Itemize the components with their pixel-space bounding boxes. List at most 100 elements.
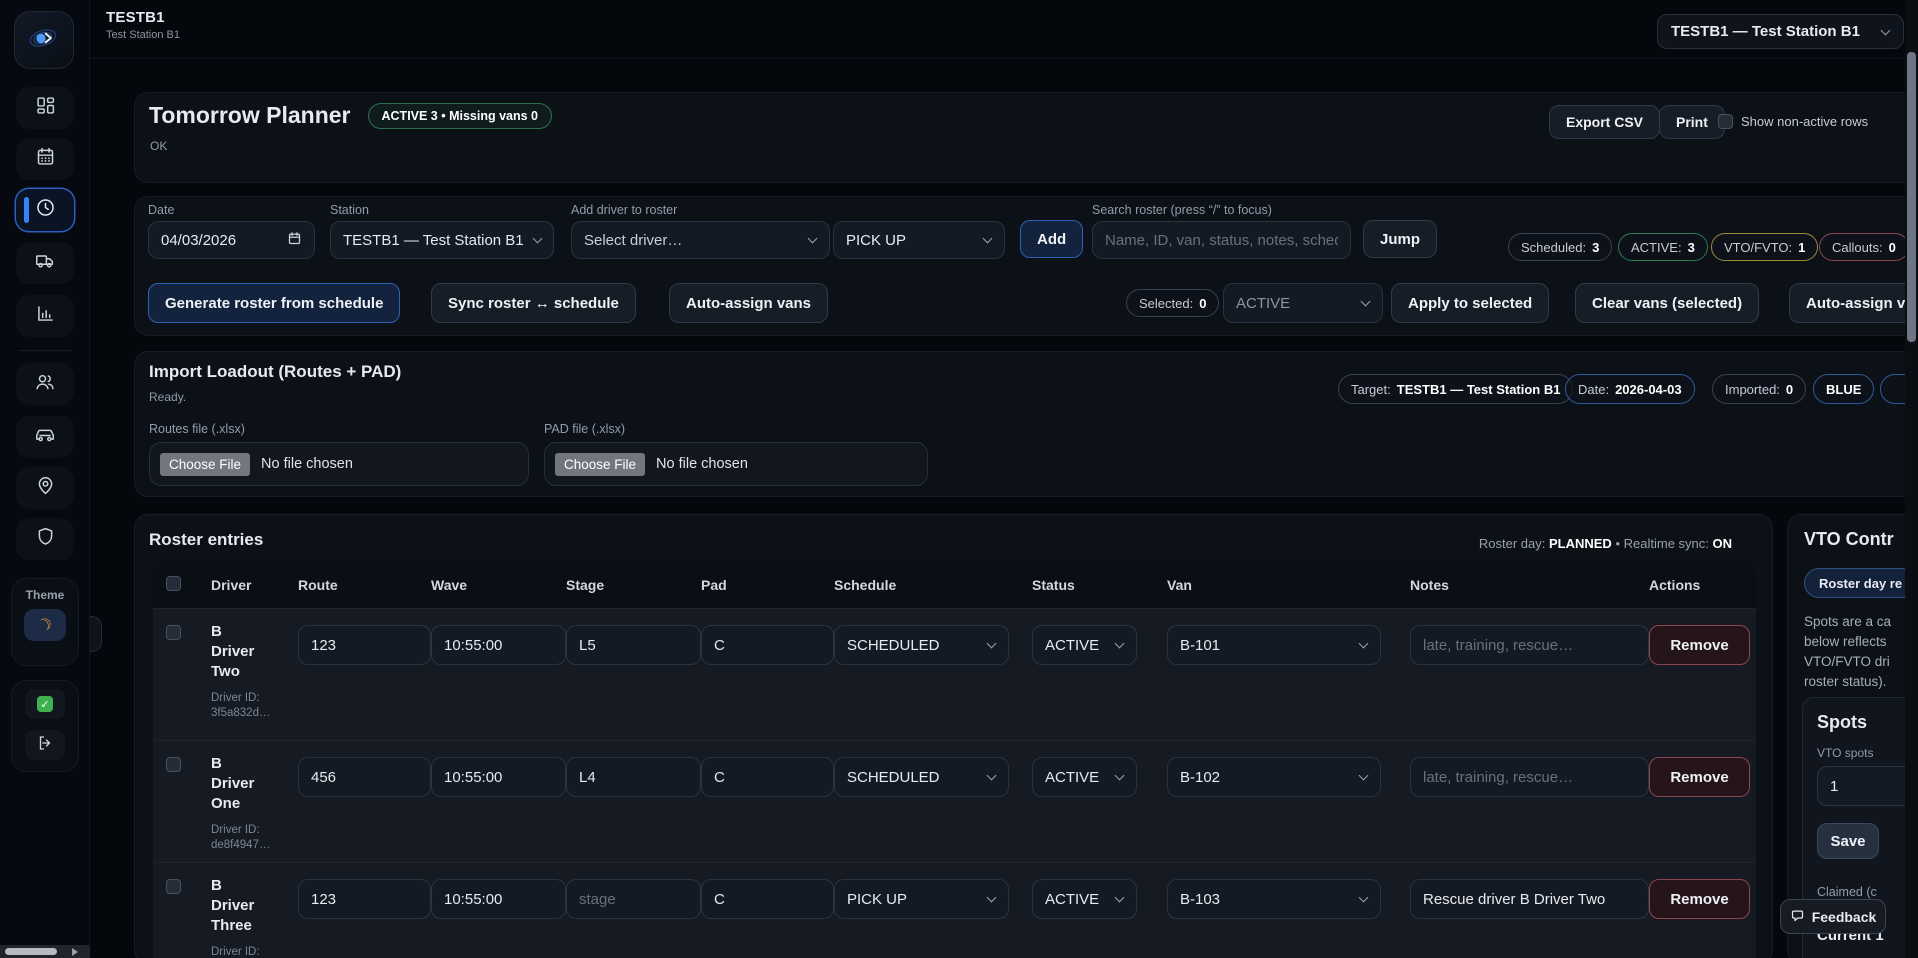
sidebar-item-dashboard[interactable] <box>16 87 74 129</box>
sidebar-collapse-handle[interactable] <box>89 616 102 652</box>
theme-label: Theme <box>12 588 78 602</box>
sidebar-item-planner[interactable] <box>16 189 74 231</box>
bar-chart-icon <box>35 303 56 329</box>
roster-title: Roster entries <box>149 530 263 550</box>
row-checkbox[interactable] <box>166 879 181 894</box>
sidebar-item-drivers[interactable] <box>16 363 74 405</box>
row-checkbox[interactable] <box>166 625 181 640</box>
routes-file-label: Routes file (.xlsx) <box>149 422 245 436</box>
pad-input[interactable] <box>701 879 834 919</box>
route-input[interactable] <box>298 879 431 919</box>
schedule-select[interactable]: SCHEDULED <box>834 625 1009 665</box>
col-actions: Actions <box>1649 577 1756 593</box>
col-route: Route <box>298 577 431 593</box>
calendar-icon <box>35 146 56 172</box>
routes-file-input[interactable]: Choose File No file chosen <box>149 442 529 486</box>
sidebar-item-vans[interactable] <box>16 416 74 458</box>
station-selector-value: TESTB1 — Test Station B1 <box>1671 23 1860 40</box>
remove-button[interactable]: Remove <box>1649 757 1750 797</box>
auto-assign-all-button[interactable]: Auto-assign vans <box>1789 283 1918 323</box>
table-row: BDriverOne Driver ID:de8f4947… SCHEDULED… <box>153 740 1756 862</box>
route-input[interactable] <box>298 625 431 665</box>
chat-bubble-icon <box>1790 908 1805 926</box>
horizontal-scrollbar-thumb[interactable] <box>5 948 57 955</box>
no-file-text: No file chosen <box>656 456 748 472</box>
selected-count-badge: Selected:0 <box>1126 289 1219 317</box>
show-non-active-checkbox[interactable] <box>1718 114 1733 129</box>
notes-input[interactable] <box>1410 879 1649 919</box>
schedule-select[interactable]: SCHEDULED <box>834 757 1009 797</box>
vto-description: Spots are a cabelow reflectsVTO/FVTO dri… <box>1804 612 1918 692</box>
status-select[interactable]: ACTIVE <box>1032 625 1137 665</box>
apply-to-selected-button[interactable]: Apply to selected <box>1391 283 1549 323</box>
theme-toggle-button[interactable]: ☽ <box>24 609 66 641</box>
sidebar-item-locations[interactable] <box>16 467 74 509</box>
users-icon <box>34 371 56 398</box>
station-selector[interactable]: TESTB1 — Test Station B1 <box>1657 14 1904 49</box>
jump-button[interactable]: Jump <box>1363 220 1437 258</box>
clear-vans-button[interactable]: Clear vans (selected) <box>1575 283 1759 323</box>
export-csv-button[interactable]: Export CSV <box>1549 105 1660 139</box>
search-input[interactable] <box>1092 221 1351 259</box>
shift-select[interactable]: PICK UP <box>833 221 1005 259</box>
wave-input[interactable] <box>431 879 566 919</box>
generate-roster-button[interactable]: Generate roster from schedule <box>148 283 400 323</box>
choose-file-button[interactable]: Choose File <box>555 453 645 476</box>
row-checkbox[interactable] <box>166 757 181 772</box>
add-driver-button[interactable]: Add <box>1020 220 1083 258</box>
bulk-status-select[interactable]: ACTIVE <box>1223 283 1383 323</box>
sync-roster-button[interactable]: Sync roster ↔ schedule <box>431 283 636 323</box>
wave-input[interactable] <box>431 757 566 797</box>
date-input[interactable]: 04/03/2026 <box>148 221 315 259</box>
van-select[interactable]: B-102 <box>1167 757 1381 797</box>
driver-id: Driver ID: <box>211 945 298 958</box>
notes-input[interactable] <box>1410 757 1649 797</box>
remove-button[interactable]: Remove <box>1649 879 1750 919</box>
chevron-down-icon <box>987 639 997 649</box>
stage-input[interactable] <box>566 879 701 919</box>
status-select[interactable]: ACTIVE <box>1032 757 1137 797</box>
chevron-down-icon <box>1361 297 1371 307</box>
pad-file-input[interactable]: Choose File No file chosen <box>544 442 928 486</box>
auto-assign-vans-button[interactable]: Auto-assign vans <box>669 283 828 323</box>
sidebar-item-admin[interactable] <box>16 518 74 560</box>
chevron-down-icon <box>983 234 993 244</box>
pad-input[interactable] <box>701 757 834 797</box>
feedback-label: Feedback <box>1812 909 1877 925</box>
status-button[interactable]: ✓ <box>25 689 65 719</box>
notes-input[interactable] <box>1410 625 1649 665</box>
active-summary-badge: ACTIVE 3 • Missing vans 0 <box>368 103 553 129</box>
van-select[interactable]: B-103 <box>1167 879 1381 919</box>
logout-button[interactable] <box>25 730 65 760</box>
app-logo[interactable] <box>14 11 74 69</box>
sidebar-item-fleet[interactable] <box>16 242 74 284</box>
driver-select[interactable]: Select driver… <box>571 221 830 259</box>
save-button[interactable]: Save <box>1817 823 1879 859</box>
remove-button[interactable]: Remove <box>1649 625 1750 665</box>
vto-spots-input[interactable] <box>1817 766 1918 806</box>
print-button[interactable]: Print <box>1659 105 1725 139</box>
choose-file-button[interactable]: Choose File <box>160 453 250 476</box>
station-select[interactable]: TESTB1 — Test Station B1 <box>330 221 554 259</box>
horizontal-scrollbar[interactable] <box>0 945 90 958</box>
planner-status: OK <box>150 139 167 153</box>
schedule-select[interactable]: PICK UP <box>834 879 1009 919</box>
select-all-checkbox[interactable] <box>166 576 181 591</box>
scroll-right-arrow-icon[interactable] <box>72 948 78 956</box>
status-select[interactable]: ACTIVE <box>1032 879 1137 919</box>
stage-input[interactable] <box>566 625 701 665</box>
wave-input[interactable] <box>431 625 566 665</box>
chevron-down-icon <box>1359 771 1369 781</box>
route-input[interactable] <box>298 757 431 797</box>
vertical-scrollbar[interactable] <box>1905 0 1918 958</box>
sidebar-item-reports[interactable] <box>16 295 74 337</box>
dashboard-grid-icon <box>35 95 56 121</box>
sidebar-item-calendar[interactable] <box>16 138 74 180</box>
driver-name: BDriverOne <box>211 754 298 814</box>
stage-input[interactable] <box>566 757 701 797</box>
feedback-button[interactable]: Feedback <box>1780 899 1886 934</box>
pad-input[interactable] <box>701 625 834 665</box>
vertical-scrollbar-thumb[interactable] <box>1907 52 1916 342</box>
van-select[interactable]: B-101 <box>1167 625 1381 665</box>
calendar-small-icon <box>287 231 302 250</box>
